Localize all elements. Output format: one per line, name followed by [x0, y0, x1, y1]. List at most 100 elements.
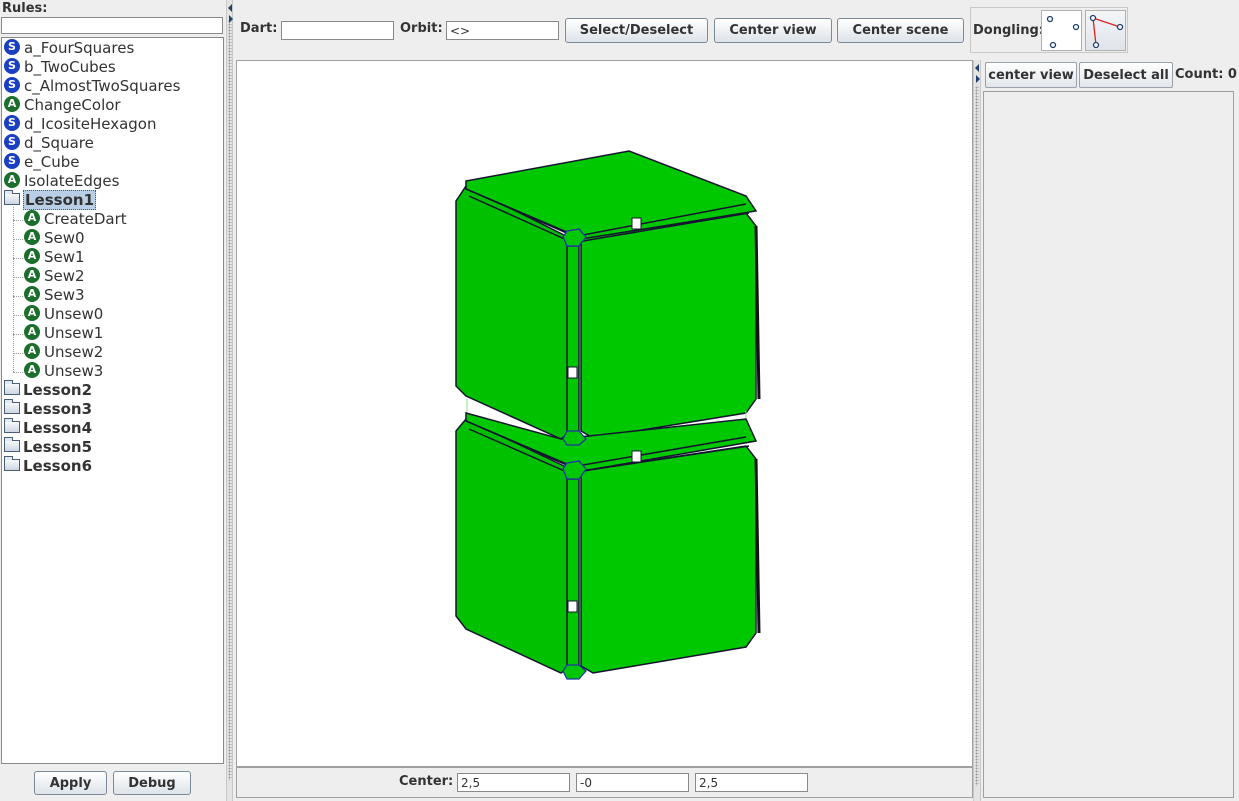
rule-a-icon: A	[24, 362, 40, 378]
rule-a-icon: A	[4, 96, 20, 112]
folder-icon	[4, 437, 20, 452]
tree-rule-item[interactable]: Sd_Square	[4, 134, 94, 153]
expand-right-icon[interactable]	[229, 15, 233, 23]
tree-item-label: Lesson5	[23, 438, 93, 456]
tree-rule-item[interactable]: A Sew1	[24, 248, 85, 267]
rule-a-icon: A	[24, 267, 40, 283]
tree-rule-item[interactable]: Sa_FourSquares	[4, 39, 134, 58]
collapse-left-icon[interactable]	[975, 64, 979, 72]
gmap-render[interactable]	[237, 61, 972, 766]
tree-item-label: IsolateEdges	[24, 172, 120, 190]
tree-rule-item[interactable]: A Unsew0	[24, 305, 103, 324]
tree-rule-item[interactable]: A Sew0	[24, 229, 85, 248]
rule-s-icon: S	[4, 134, 20, 150]
center-view-button[interactable]: Center view	[714, 18, 832, 43]
tree-rule-item[interactable]: A CreateDart	[24, 210, 127, 229]
tree-item-label: b_TwoCubes	[24, 58, 116, 76]
dangling-edges-icon	[1089, 14, 1124, 49]
rule-s-icon: S	[4, 77, 20, 93]
dangling-nodes-icon	[1046, 15, 1080, 49]
selection-count: Count: 0	[1175, 67, 1237, 82]
orbit-label: Orbit:	[400, 21, 443, 36]
select-deselect-button[interactable]: Select/Deselect	[565, 18, 708, 43]
rule-s-icon: S	[4, 39, 20, 55]
tree-item-label: e_Cube	[24, 153, 80, 171]
tree-rule-item[interactable]: A Unsew1	[24, 324, 103, 343]
tree-item-label: Lesson4	[23, 419, 93, 437]
tree-folder-item[interactable]: Lesson1	[4, 190, 97, 210]
rules-tree[interactable]: Sa_FourSquares Sb_TwoCubes Sc_AlmostTwoSqu…	[1, 37, 224, 764]
rules-panel: Rules: Sa_FourSquares Sb_TwoCubes Sc_Almos…	[0, 0, 227, 801]
folder-icon	[4, 418, 20, 433]
folder-icon	[4, 190, 20, 205]
deselect-all-button[interactable]: Deselect all	[1079, 62, 1173, 88]
tree-rule-item[interactable]: Sd_IcositeHexagon	[4, 115, 156, 134]
tree-rule-item[interactable]: A ChangeColor	[4, 96, 121, 115]
debug-button[interactable]: Debug	[113, 771, 191, 795]
tree-rule-item[interactable]: A Unsew3	[24, 362, 103, 381]
tree-rule-item[interactable]: Se_Cube	[4, 153, 79, 172]
folder-icon	[4, 399, 20, 414]
tree-connector	[13, 315, 23, 316]
top-cube	[455, 150, 761, 440]
tree-connector	[13, 334, 23, 335]
right-center-view-button[interactable]: center view	[985, 62, 1077, 88]
tree-item-label: Sew2	[44, 267, 85, 285]
dart-label: Dart:	[240, 21, 278, 36]
tree-rule-item[interactable]: Sc_AlmostTwoSquares	[4, 77, 180, 96]
tree-item-label: Lesson2	[23, 381, 93, 399]
tree-folder-item[interactable]: Lesson5	[4, 437, 93, 457]
rule-s-icon: S	[4, 153, 20, 169]
tree-connector	[13, 239, 23, 240]
rule-a-icon: A	[24, 324, 40, 340]
tree-connector	[13, 353, 23, 354]
center-bar: Center:	[236, 767, 973, 798]
rule-a-icon: A	[24, 305, 40, 321]
tree-folder-item[interactable]: Lesson4	[4, 418, 93, 438]
collapse-left-icon[interactable]	[228, 4, 232, 12]
tree-folder-item[interactable]: Lesson3	[4, 399, 92, 419]
tree-connector	[13, 207, 14, 372]
rule-a-icon: A	[24, 343, 40, 359]
tree-item-label: d_Square	[24, 134, 94, 152]
dongling-nodes-button[interactable]	[1041, 10, 1082, 51]
orbit-input[interactable]	[446, 21, 559, 40]
center-y-input[interactable]	[576, 773, 689, 792]
tree-connector	[13, 258, 23, 259]
tree-item-label: Lesson1	[23, 190, 97, 210]
tree-item-label: CreateDart	[44, 210, 127, 228]
tree-connector	[13, 296, 23, 297]
dongling-group: Dongling:	[970, 7, 1128, 53]
apply-button[interactable]: Apply	[34, 771, 107, 795]
tree-connector	[13, 220, 23, 221]
rule-s-icon: S	[4, 58, 20, 74]
tree-rule-item[interactable]: A IsolateEdges	[4, 172, 119, 191]
center-label: Center:	[399, 774, 454, 789]
3d-viewport[interactable]	[236, 60, 973, 767]
tree-folder-item[interactable]: Lesson6	[4, 456, 93, 476]
center-x-input[interactable]	[457, 773, 570, 792]
dongling-label: Dongling:	[973, 23, 1044, 38]
tree-folder-item[interactable]: Lesson2	[4, 380, 93, 400]
folder-icon	[4, 456, 20, 471]
rule-a-icon: A	[24, 210, 40, 226]
center-scene-button[interactable]: Center scene	[837, 18, 964, 43]
tree-item-label: Lesson6	[23, 457, 93, 475]
tree-rule-item[interactable]: A Unsew2	[24, 343, 103, 362]
tree-item-label: Sew0	[44, 229, 85, 247]
tree-rule-item[interactable]: A Sew3	[24, 286, 85, 305]
left-splitter[interactable]	[226, 0, 233, 801]
dart-input[interactable]	[281, 21, 394, 40]
expand-right-icon[interactable]	[976, 75, 980, 83]
tree-item-label: Unsew0	[44, 305, 104, 323]
dongling-edges-button[interactable]	[1085, 10, 1126, 51]
selection-list[interactable]	[983, 91, 1234, 798]
center-z-input[interactable]	[695, 773, 808, 792]
tree-rule-item[interactable]: Sb_TwoCubes	[4, 58, 116, 77]
rules-filter-input[interactable]	[1, 17, 223, 34]
tree-item-label: Unsew1	[44, 324, 104, 342]
tree-rule-item[interactable]: A Sew2	[24, 267, 85, 286]
right-splitter[interactable]	[973, 60, 981, 801]
bottom-cube	[455, 412, 761, 680]
tree-item-label: a_FourSquares	[24, 39, 135, 57]
